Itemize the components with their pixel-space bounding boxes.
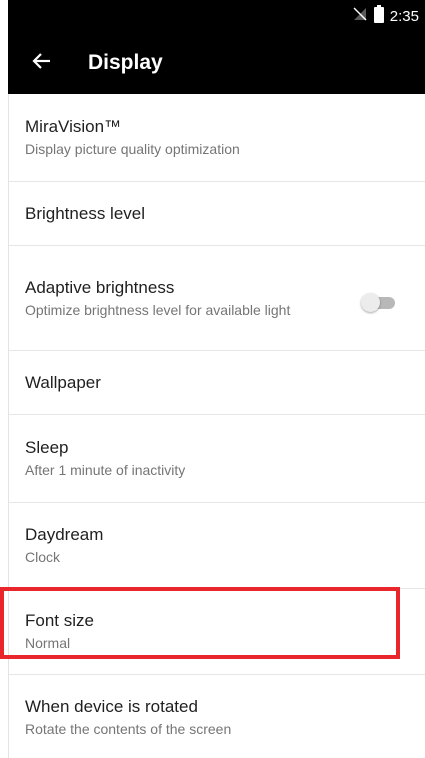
setting-title: Sleep [25,438,69,457]
setting-summary: Rotate the contents of the screen [25,720,232,737]
setting-sleep[interactable]: Sleep After 1 minute of inactivity [9,415,425,503]
arrow-back-icon [32,51,52,76]
status-time: 2:35 [389,7,419,25]
page-title: Display [88,51,163,74]
setting-miravision[interactable]: MiraVision™ Display picture quality opti… [9,94,425,182]
back-button[interactable] [18,39,66,87]
setting-title: Daydream [25,525,104,544]
setting-wallpaper[interactable]: Wallpaper [9,351,425,415]
setting-title: Adaptive brightness [25,277,175,297]
setting-text: Adaptive brightness Optimize brightness … [25,277,315,320]
display-settings-screen: 2:35 Display MiraVision™ Display picture… [0,0,425,758]
setting-device-rotation[interactable]: When device is rotated Rotate the conten… [9,675,425,758]
setting-summary: Clock [25,549,61,565]
left-margin [0,0,8,758]
setting-summary: Normal [25,635,71,651]
no-sim-icon [352,6,368,27]
battery-icon [373,4,384,28]
status-bar: 2:35 [352,0,425,32]
toggle-thumb [361,293,380,312]
app-bar: 2:35 Display [8,0,425,94]
adaptive-brightness-toggle[interactable] [361,293,395,312]
setting-font-size[interactable]: Font size Normal [9,589,425,675]
left-divider [8,94,9,758]
setting-adaptive-brightness[interactable]: Adaptive brightness Optimize brightness … [9,246,425,351]
setting-daydream[interactable]: Daydream Clock [9,503,425,589]
setting-title: Wallpaper [25,372,101,392]
setting-summary: Optimize brightness level for available … [25,301,291,318]
setting-title: MiraVision™ [25,117,122,136]
setting-title: When device is rotated [25,696,198,716]
setting-summary: After 1 minute of inactivity [25,462,186,478]
setting-summary: Display picture quality optimization [25,141,240,157]
setting-title: Font size [25,611,94,630]
settings-list: MiraVision™ Display picture quality opti… [9,94,425,758]
toolbar: Display [8,32,425,94]
setting-title: Brightness level [25,203,146,223]
setting-brightness-level[interactable]: Brightness level [9,182,425,246]
